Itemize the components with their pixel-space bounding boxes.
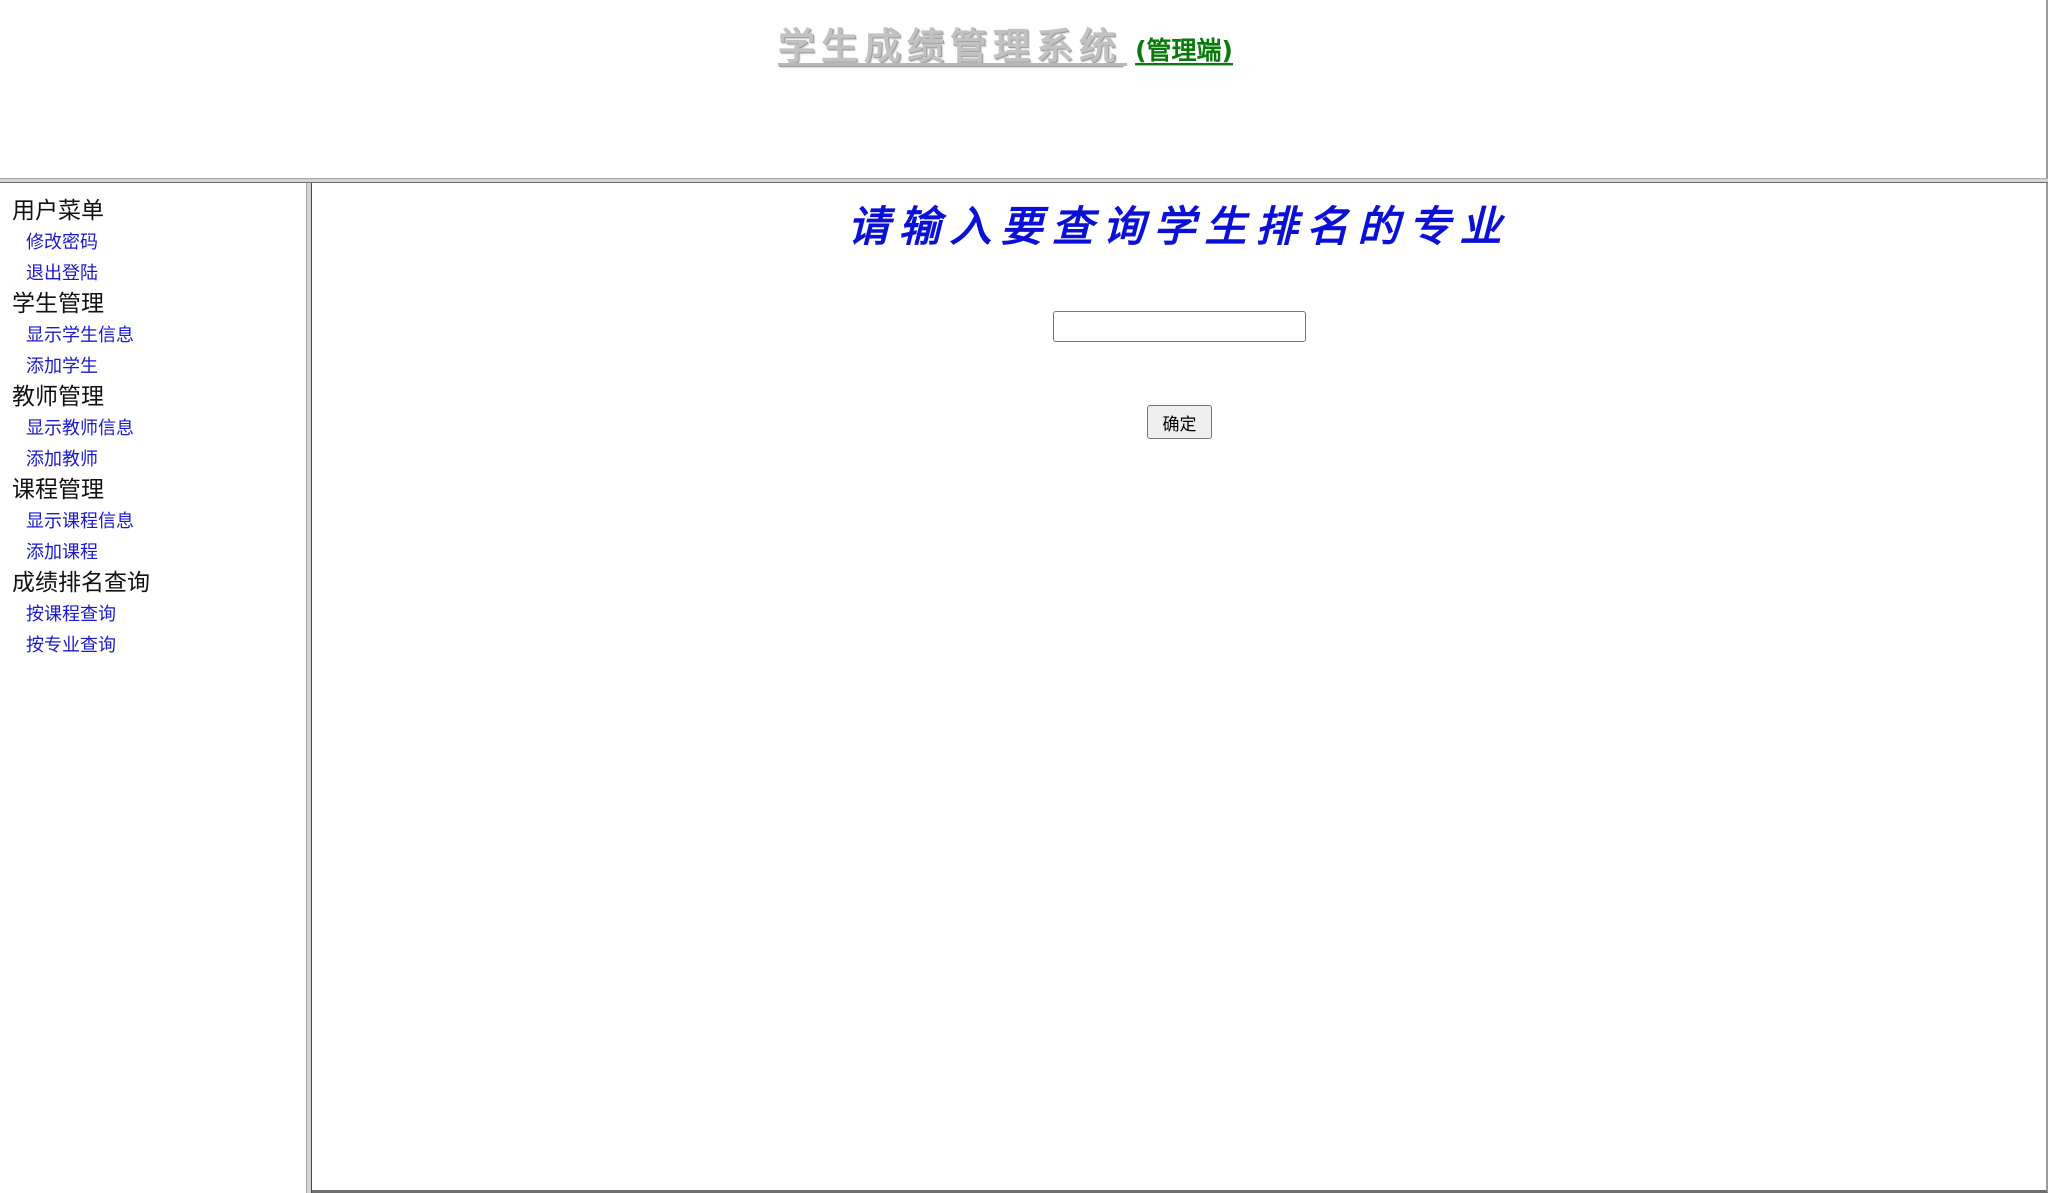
menu-group-ranking: 成绩排名查询 <box>12 570 150 596</box>
sidebar-item-add-student[interactable]: 添加学生 <box>12 351 150 382</box>
sidebar-item-add-teacher[interactable]: 添加教师 <box>12 444 150 475</box>
system-title-link[interactable]: 学生成绩管理系统 (管理端) <box>778 16 1233 70</box>
sidebar-item-rank-by-course[interactable]: 按课程查询 <box>12 599 150 630</box>
sidebar-menu: 用户菜单 修改密码 退出登陆 学生管理 显示学生信息 添加学生 教师管理 显示教… <box>12 196 150 661</box>
menu-group-user: 用户菜单 <box>12 198 104 224</box>
app-window: 学生成绩管理系统 (管理端) 用户菜单 修改密码 退出登陆 学生管理 显示学生信… <box>0 0 2048 1193</box>
sidebar-item-change-password[interactable]: 修改密码 <box>12 227 150 258</box>
main-frame: 请输入要查询学生排名的专业 确定 <box>312 183 2048 1193</box>
sidebar-item-rank-by-major[interactable]: 按专业查询 <box>12 630 150 661</box>
sidebar-item-show-students[interactable]: 显示学生信息 <box>12 320 150 351</box>
sidebar-item-logout[interactable]: 退出登陆 <box>12 258 150 289</box>
header-frame: 学生成绩管理系统 (管理端) <box>0 0 2048 178</box>
major-input[interactable] <box>1053 311 1306 342</box>
title-spacer <box>1122 44 1127 63</box>
sidebar-frame: 用户菜单 修改密码 退出登陆 学生管理 显示学生信息 添加学生 教师管理 显示教… <box>0 183 306 1193</box>
menu-group-teachers: 教师管理 <box>12 384 104 410</box>
menu-group-courses: 课程管理 <box>12 477 104 503</box>
sidebar-item-add-course[interactable]: 添加课程 <box>12 537 150 568</box>
confirm-button[interactable]: 确定 <box>1147 405 1212 439</box>
page-title: 请输入要查询学生排名的专业 <box>847 202 1511 251</box>
sidebar-item-show-teachers[interactable]: 显示教师信息 <box>12 413 150 444</box>
system-title: 学生成绩管理系统 <box>778 24 1122 68</box>
role-label: (管理端) <box>1135 36 1233 65</box>
sidebar-item-show-courses[interactable]: 显示课程信息 <box>12 506 150 537</box>
menu-group-students: 学生管理 <box>12 291 104 317</box>
